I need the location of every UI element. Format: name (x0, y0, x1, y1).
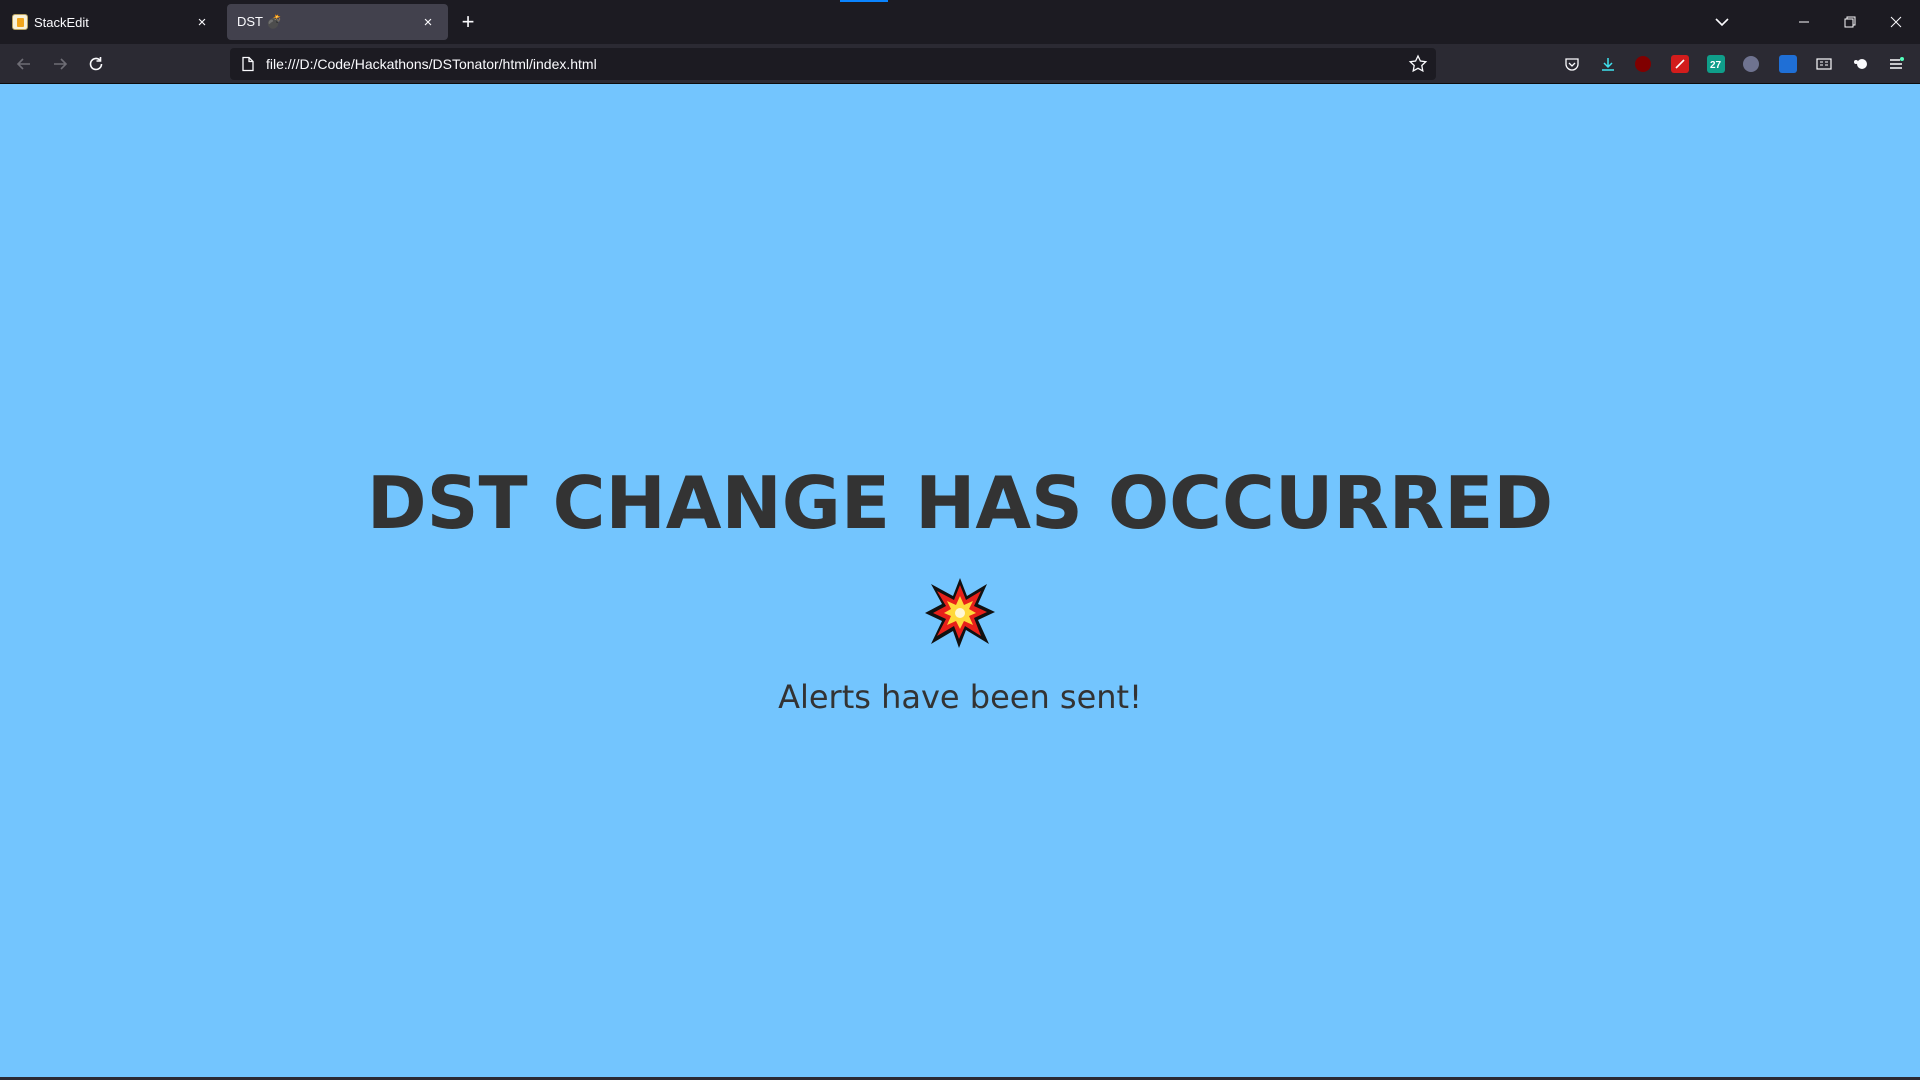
tab-close-button[interactable]: × (418, 12, 438, 32)
pdf-tool-icon[interactable] (1671, 55, 1689, 73)
translate-extension-icon[interactable] (1779, 55, 1797, 73)
extensions-puzzle-icon[interactable] (1851, 55, 1869, 73)
stackedit-favicon-icon (12, 14, 28, 30)
page-content: DST CHANGE HAS OCCURRED Alerts have been… (0, 84, 1920, 1080)
close-window-icon[interactable] (1882, 8, 1910, 36)
collision-icon (925, 578, 995, 648)
tab-close-button[interactable]: × (192, 12, 212, 32)
tab-stackedit[interactable]: StackEdit × (2, 4, 222, 40)
cursor-extension-icon[interactable] (1743, 56, 1759, 72)
url-bar[interactable]: file:///D:/Code/Hackathons/DSTonator/htm… (230, 48, 1436, 80)
app-menu-icon[interactable] (1887, 55, 1905, 73)
ublock-icon[interactable] (1635, 56, 1651, 72)
navigation-toolbar: file:///D:/Code/Hackathons/DSTonator/htm… (0, 44, 1920, 84)
restore-icon[interactable] (1836, 8, 1864, 36)
tab-drag-indicator (840, 0, 888, 2)
back-arrow-icon[interactable] (10, 50, 38, 78)
tab-title: StackEdit (34, 14, 89, 30)
reader-extension-icon[interactable] (1815, 55, 1833, 73)
page-icon (242, 56, 254, 72)
tab-title: DST 💣 (237, 14, 283, 29)
url-text[interactable]: file:///D:/Code/Hackathons/DSTonator/htm… (266, 48, 597, 80)
download-icon[interactable] (1599, 55, 1617, 73)
tab-strip: StackEdit × DST 💣 × + (0, 0, 1920, 44)
forward-arrow-icon[interactable] (46, 50, 74, 78)
tab-list-chevron-down-icon[interactable] (1710, 10, 1734, 34)
page-headline: DST CHANGE HAS OCCURRED (366, 461, 1554, 545)
bookmark-star-icon[interactable] (1408, 54, 1428, 74)
reload-icon[interactable] (82, 50, 110, 78)
status-message: Alerts have been sent! (778, 678, 1142, 716)
minimize-icon[interactable] (1790, 8, 1818, 36)
calendar-27-icon[interactable]: 27 (1707, 55, 1725, 73)
new-tab-button[interactable]: + (456, 10, 480, 34)
svg-text:27: 27 (1710, 60, 1722, 70)
pocket-icon[interactable] (1563, 55, 1581, 73)
tab-dst[interactable]: DST 💣 × (227, 4, 448, 40)
